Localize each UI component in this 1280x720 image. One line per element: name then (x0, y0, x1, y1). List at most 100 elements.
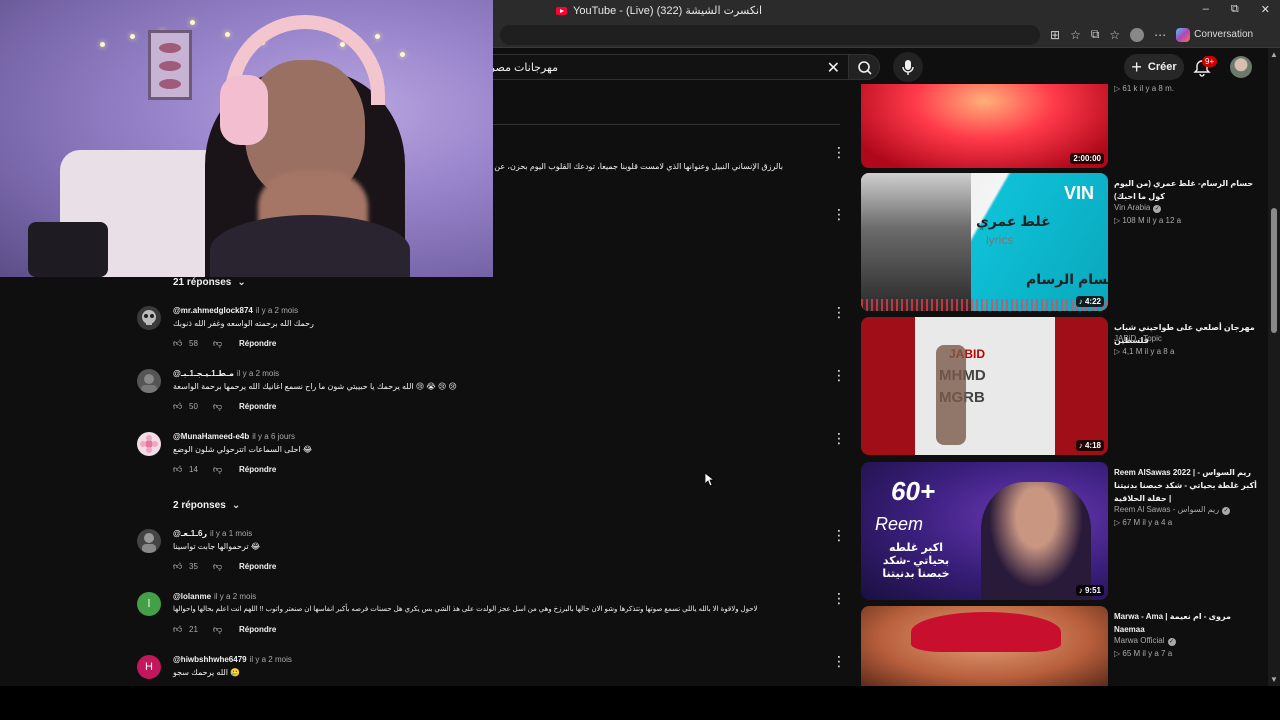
comment-time[interactable]: il y a 1 mois (210, 529, 252, 538)
comment-author[interactable]: @lolanme (173, 592, 211, 601)
avatar[interactable] (137, 306, 161, 330)
comment-time[interactable]: il y a 2 mois (237, 369, 279, 378)
video-thumbnail[interactable]: غلط عمري lyrics حسام الرسام VIN ♪ 4:22 (861, 173, 1108, 311)
notification-badge: 9+ (1202, 56, 1218, 67)
scroll-down-icon[interactable]: ▼ (1270, 675, 1278, 684)
like-icon[interactable]: 👍︎ (173, 401, 183, 412)
comment-author[interactable]: @مـطـ1ـيـجـ1ـبـ (173, 369, 234, 378)
comment-text: احلى السماعات اتترحولي شلون الوضع 😂 (173, 445, 313, 454)
conversation-button[interactable]: Conversation (1176, 27, 1253, 42)
address-bar[interactable] (500, 25, 1040, 45)
comment-text: ترحموالها جابت تواسينا 😂 (173, 542, 261, 551)
voice-search-button[interactable] (893, 52, 923, 82)
recommended-video[interactable]: Marwa - Ama | مروى - ام نعيمة Naemaa Mar… (861, 606, 1261, 686)
like-count: 14 (189, 465, 198, 474)
comment-menu-icon[interactable]: ⋮ (832, 305, 846, 319)
like-icon[interactable]: 👍︎ (173, 338, 183, 349)
avatar[interactable]: H (137, 655, 161, 679)
video-channel[interactable]: Reem Al Sawas - ريم السواس ✓ (1114, 505, 1231, 515)
reply-button[interactable]: Répondre (239, 562, 276, 571)
channel-name[interactable]: Marwa Official (1114, 636, 1165, 645)
channel-name[interactable]: Vin Arabia (1114, 203, 1150, 212)
replies-toggle[interactable]: 2 réponses ⌄ (173, 500, 240, 511)
thumbnail-text: Reem (875, 514, 924, 534)
comment-time[interactable]: il y a 6 jours (252, 432, 295, 441)
video-thumbnail[interactable] (861, 606, 1108, 686)
comment-author[interactable]: @MunaHameed-e4b (173, 432, 249, 441)
avatar-letter: l (147, 598, 151, 610)
reply-button[interactable]: Répondre (239, 465, 276, 474)
like-icon[interactable]: 👍︎ (173, 624, 183, 635)
avatar[interactable] (137, 529, 161, 553)
comment-author[interactable]: @ر6ـ1ـعـ (173, 529, 207, 538)
video-channel[interactable]: Marwa Official ✓ (1114, 636, 1176, 646)
extensions-icon[interactable]: ⧉ (1091, 27, 1100, 42)
dislike-icon[interactable]: 👎︎ (213, 338, 223, 349)
like-icon[interactable]: 👍︎ (173, 561, 183, 572)
minimize-button[interactable]: – (1203, 3, 1209, 16)
recommended-video[interactable]: غلط عمري lyrics حسام الرسام VIN ♪ 4:22 ح… (861, 173, 1261, 311)
video-meta: ▷ 108 M il y a 12 a (1114, 216, 1182, 225)
clear-search-icon[interactable]: ✕ (827, 58, 840, 78)
video-title[interactable]: Marwa - Ama | مروى - ام نعيمة Naemaa (1114, 610, 1259, 636)
comment-menu-icon[interactable]: ⋮ (832, 431, 846, 445)
comment-menu-icon[interactable]: ⋮ (832, 591, 846, 605)
maximize-button[interactable]: ⧉ (1231, 3, 1239, 16)
scrollbar-thumb[interactable] (1271, 208, 1277, 333)
dislike-icon[interactable]: 👎︎ (213, 561, 223, 572)
recommended-video[interactable]: 2:00:00 ▷ 61 k il y a 8 m. (861, 84, 1261, 168)
favorites-icon[interactable]: ☆ (1109, 28, 1120, 42)
channel-name[interactable]: Reem Al Sawas - ريم السواس (1114, 505, 1219, 514)
avatar[interactable]: l (137, 592, 161, 616)
more-menu-icon[interactable]: ⋯ (1154, 28, 1166, 42)
comment-text: رحمك الله برحمته الواسعه وغفر الله ذنوبك (173, 319, 314, 328)
video-channel[interactable]: JABiD - Topic (1114, 334, 1162, 343)
comment-menu-icon[interactable]: ⋮ (832, 654, 846, 668)
page-scrollbar[interactable]: ▲ ▼ (1268, 48, 1280, 686)
comment-menu-icon[interactable]: ⋮ (832, 145, 846, 159)
avatar[interactable] (137, 432, 161, 456)
video-title[interactable]: حسام الرسام- غلط عمري (من اليوم كول ما ا… (1114, 177, 1259, 203)
speaker (28, 222, 108, 277)
comment-text: الله يرحمك يا حبيبتي شون ما راح نسمع اغا… (173, 382, 457, 391)
reply-button[interactable]: Répondre (239, 402, 276, 411)
video-title[interactable]: Reem AlSawas 2022 | ريم السواس - أكبر غل… (1114, 466, 1259, 505)
avatar-letter: H (145, 661, 153, 673)
favorite-star-icon[interactable]: ☆ (1070, 28, 1081, 42)
comment-menu-icon[interactable]: ⋮ (832, 528, 846, 542)
reply-button[interactable]: Répondre (239, 625, 276, 634)
copilot-icon (1176, 27, 1191, 42)
close-window-button[interactable]: ✕ (1261, 3, 1270, 16)
apps-icon[interactable]: ⊞ (1050, 28, 1060, 42)
comment-time[interactable]: il y a 2 mois (256, 306, 298, 315)
video-channel[interactable]: Vin Arabia ✓ (1114, 203, 1162, 213)
comment-menu-icon[interactable]: ⋮ (832, 368, 846, 382)
video-thumbnail[interactable]: 60+ Reem اكبر غلطه بحياتي -شكد خبصنا بدن… (861, 462, 1108, 600)
plus-icon: + (1131, 56, 1142, 77)
comment-author[interactable]: @mr.ahmedglock874 (173, 306, 253, 315)
reply-button[interactable]: Répondre (239, 339, 276, 348)
comment-menu-icon[interactable]: ⋮ (832, 207, 846, 221)
profile-avatar[interactable] (1130, 27, 1145, 42)
tab-title[interactable]: YouTube - (Live) انكسرت الشيشة (322) (556, 4, 762, 17)
headset-earcup (220, 75, 268, 145)
dislike-icon[interactable]: 👎︎ (213, 464, 223, 475)
create-button[interactable]: + Créer (1124, 54, 1184, 80)
video-thumbnail[interactable]: JABID MHMD MGRB ♪ 4:18 (861, 317, 1108, 455)
avatar[interactable] (137, 369, 161, 393)
search-button[interactable] (848, 54, 880, 80)
video-thumbnail[interactable]: 2:00:00 (861, 84, 1108, 168)
recommended-video[interactable]: 60+ Reem اكبر غلطه بحياتي -شكد خبصنا بدن… (861, 462, 1261, 600)
comment-author[interactable]: @hiwbshhwhe6479 (173, 655, 247, 664)
recommended-video[interactable]: JABID MHMD MGRB ♪ 4:18 مهرجان أصلعي على … (861, 317, 1261, 455)
comment-time[interactable]: il y a 2 mois (250, 655, 292, 664)
dislike-icon[interactable]: 👎︎ (213, 624, 223, 635)
channel-name[interactable]: JABiD - Topic (1114, 334, 1162, 343)
account-avatar[interactable] (1230, 56, 1252, 78)
comment-time[interactable]: il y a 2 mois (214, 592, 256, 601)
like-icon[interactable]: 👍︎ (173, 464, 183, 475)
search-input[interactable]: مهرجانات مصرية ✕ (481, 54, 848, 80)
dislike-icon[interactable]: 👎︎ (213, 401, 223, 412)
replies-toggle[interactable]: 21 réponses ⌄ (173, 277, 246, 288)
scroll-up-icon[interactable]: ▲ (1270, 50, 1278, 59)
